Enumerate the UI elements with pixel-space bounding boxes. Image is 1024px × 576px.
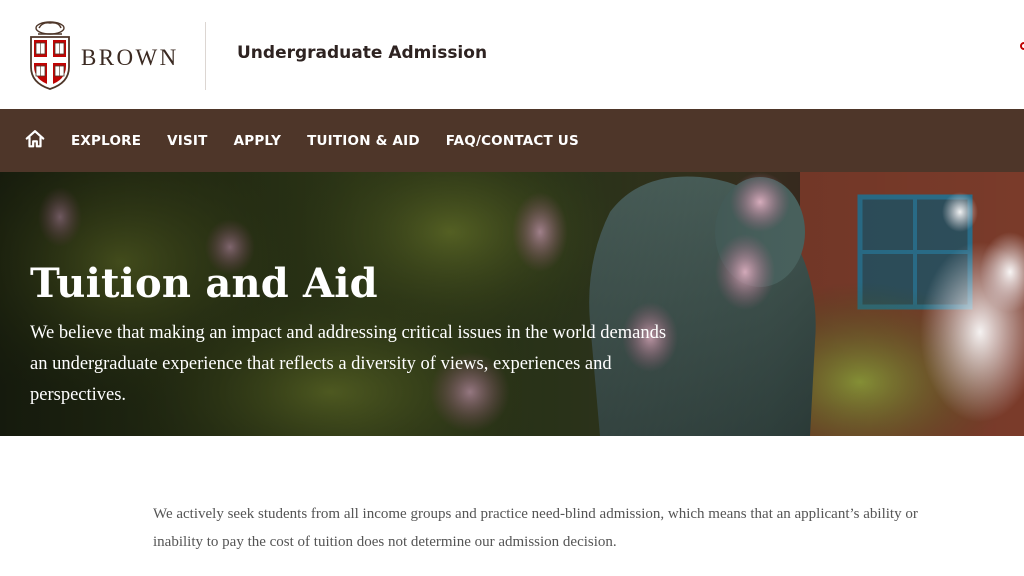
- home-icon: [25, 130, 45, 148]
- header-divider: [205, 22, 206, 90]
- nav-item-tuition-aid[interactable]: TUITION & AID: [307, 133, 420, 149]
- nav-item-visit[interactable]: VISIT: [167, 133, 207, 149]
- brown-shield-icon: [30, 21, 70, 90]
- site-header: BROWN Undergraduate Admission: [0, 0, 1024, 109]
- intro-paragraph: We actively seek students from all incom…: [153, 506, 918, 550]
- nav-item-faq-contact[interactable]: FAQ/CONTACT US: [446, 133, 579, 149]
- main-nav: EXPLORE VISIT APPLY TUITION & AID FAQ/CO…: [0, 109, 1024, 172]
- site-title-link[interactable]: Undergraduate Admission: [237, 43, 487, 63]
- brown-logo-link[interactable]: BROWN: [28, 18, 179, 92]
- hero-description: We believe that making an impact and add…: [30, 323, 667, 405]
- nav-item-explore[interactable]: EXPLORE: [71, 133, 141, 149]
- brown-wordmark: BROWN: [81, 45, 179, 70]
- nav-item-apply[interactable]: APPLY: [234, 133, 282, 149]
- home-link[interactable]: [24, 128, 48, 152]
- nav-items: EXPLORE VISIT APPLY TUITION & AID FAQ/CO…: [71, 109, 605, 172]
- hero-banner: Tuition and Aid We believe that making a…: [0, 172, 1024, 436]
- search-icon[interactable]: [1020, 42, 1024, 50]
- page-title: Tuition and Aid: [30, 260, 378, 307]
